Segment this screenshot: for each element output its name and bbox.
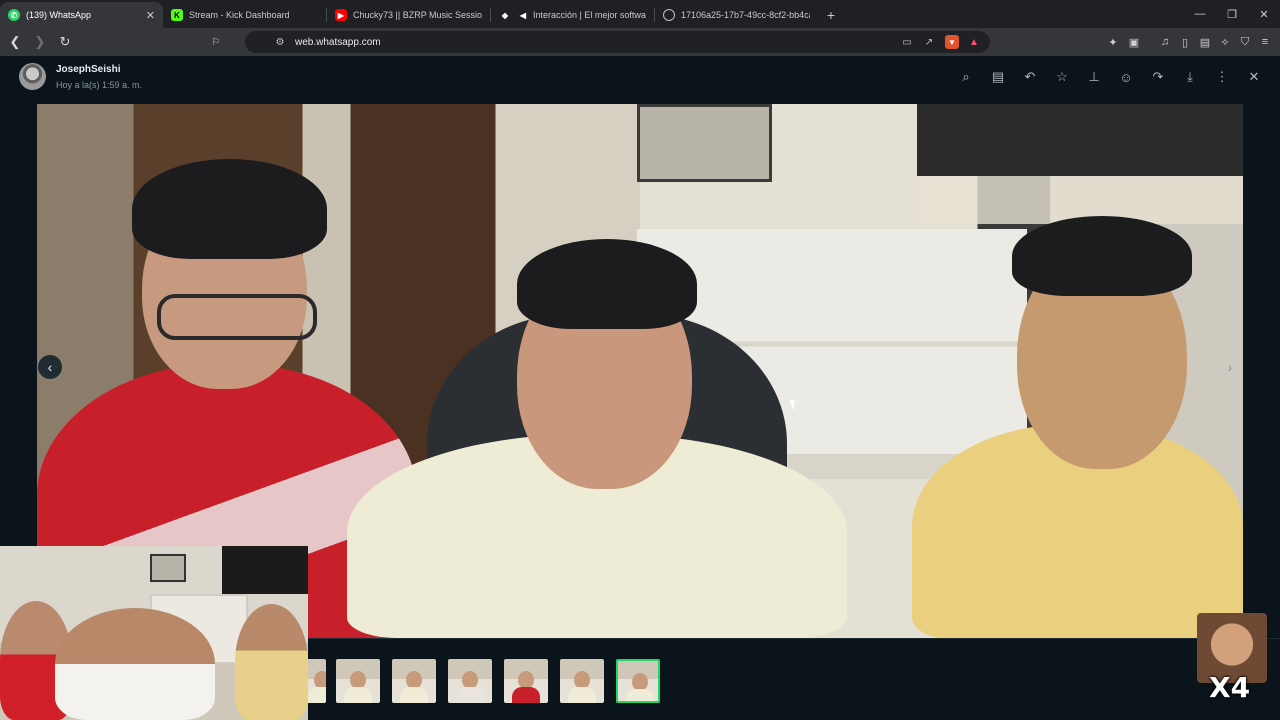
media-viewer-header: JosephSeishi Hoy a la(s) 1:59 a. m. ⌕ ▤ …	[0, 56, 1280, 104]
glasses	[157, 294, 317, 340]
thumbnail[interactable]	[448, 659, 492, 703]
thumb-body	[568, 687, 596, 703]
tab-kick-dashboard[interactable]: K Stream - Kick Dashboard	[163, 2, 326, 28]
webcam-person-right	[235, 604, 308, 720]
thumbnail[interactable]	[504, 659, 548, 703]
more-icon[interactable]: ⋮	[1213, 68, 1231, 86]
emote-multiplier: X4	[1209, 671, 1251, 704]
reply-icon[interactable]: ↶	[1021, 68, 1039, 86]
thumbnail-selected[interactable]	[616, 659, 660, 703]
youtube-icon: ▶	[335, 9, 347, 21]
vpn-icon[interactable]: ⛉	[1237, 34, 1253, 50]
forward-icon[interactable]: ↷	[1149, 68, 1167, 86]
sidebar-icon[interactable]: ▯	[1177, 34, 1193, 50]
star-icon[interactable]: ☆	[1053, 68, 1071, 86]
pin-icon[interactable]: ⊥	[1085, 68, 1103, 86]
menu-icon[interactable]: ≡	[1257, 34, 1273, 50]
music-icon[interactable]: ♫	[1157, 34, 1173, 50]
site-info-icon[interactable]: ⚙	[273, 35, 287, 49]
avatar[interactable]	[19, 63, 46, 90]
new-tab-button[interactable]: +	[818, 2, 844, 28]
url-text: web.whatsapp.com	[295, 36, 381, 48]
thumb-body	[512, 687, 540, 703]
tab-uuid-page[interactable]: 17106a25-17b7-49cc-8cf2-bb4ca59b	[655, 2, 818, 28]
emote-overlay: X4	[1197, 613, 1267, 705]
extensions-icon[interactable]: ✦	[1105, 34, 1121, 50]
download-icon[interactable]: ⤓	[1181, 68, 1199, 86]
next-media-button[interactable]: ›	[1218, 355, 1242, 379]
thumb-body	[456, 687, 484, 703]
tab-title: Chucky73 || BZRP Music Sessions #43	[353, 10, 482, 20]
brave-shield-icon[interactable]: ▼	[945, 35, 959, 49]
wall-poster	[637, 104, 772, 182]
previous-media-button[interactable]: ‹	[38, 355, 62, 379]
bookmark-icon[interactable]: ⚐	[209, 35, 223, 49]
webcam-overlay	[0, 546, 308, 720]
thumb-body	[400, 687, 428, 703]
caption-icon[interactable]: ▤	[989, 68, 1007, 86]
reload-icon[interactable]: ↻	[55, 32, 75, 52]
whatsapp-icon: ✆	[8, 9, 20, 21]
screenshot-icon[interactable]: ▣	[1126, 34, 1142, 50]
person-left-hair	[132, 159, 327, 259]
kick-icon: K	[171, 9, 183, 21]
window-controls: — ❐ ✕	[1184, 0, 1280, 28]
dripping-decoration	[917, 104, 1243, 224]
address-bar[interactable]: ⚐ ⚙ web.whatsapp.com ▭ ↗ ▼ ▲	[212, 31, 990, 53]
tab-title: 17106a25-17b7-49cc-8cf2-bb4ca59b	[681, 10, 810, 20]
interaction-icon: ◆	[501, 10, 509, 20]
tab-youtube[interactable]: ▶ Chucky73 || BZRP Music Sessions #43	[327, 2, 490, 28]
thumb-body	[626, 689, 654, 701]
brave-rewards-icon[interactable]: ▲	[967, 35, 981, 49]
thumb-body	[344, 687, 372, 703]
tab-interaccion[interactable]: ◆ ◀ Interacción | El mejor software pa	[491, 2, 654, 28]
browser-tab-strip: ✆ (139) WhatsApp ✕ K Stream - Kick Dashb…	[0, 0, 1280, 28]
emoji-icon[interactable]: ☺	[1117, 68, 1135, 86]
minimize-icon[interactable]: —	[1184, 0, 1216, 28]
browser-toolbar: ❮ ❯ ↻ ⚐ ⚙ web.whatsapp.com ▭ ↗ ▼ ▲ ✦ ▣ ♫…	[0, 28, 1280, 56]
webcam-poster	[150, 554, 186, 582]
share-icon[interactable]: ↗	[922, 35, 936, 49]
tab-close-icon[interactable]: ✕	[146, 9, 155, 22]
install-app-icon[interactable]: ▭	[900, 35, 914, 49]
person-center-hair	[517, 239, 697, 329]
forward-icon[interactable]: ❯	[30, 32, 50, 52]
tab-whatsapp[interactable]: ✆ (139) WhatsApp ✕	[0, 2, 163, 28]
webcam-person-center	[55, 608, 215, 720]
message-timestamp: Hoy a la(s) 1:59 a. m.	[56, 80, 143, 90]
person-right-hair	[1012, 216, 1192, 296]
tab-title: Stream - Kick Dashboard	[189, 10, 290, 20]
thumbnail[interactable]	[560, 659, 604, 703]
zoom-icon[interactable]: ⌕	[957, 68, 975, 86]
contact-name[interactable]: JosephSeishi	[56, 64, 120, 75]
close-icon[interactable]: ✕	[1245, 68, 1263, 86]
back-icon[interactable]: ❮	[5, 32, 25, 52]
wallet-icon[interactable]: ▤	[1197, 34, 1213, 50]
tab-title: Interacción | El mejor software pa	[533, 10, 646, 20]
globe-icon	[663, 9, 675, 21]
speaker-icon: ◀	[519, 10, 527, 20]
leo-icon[interactable]: ✧	[1217, 34, 1233, 50]
thumbnail[interactable]	[392, 659, 436, 703]
thumb-body	[308, 687, 326, 703]
maximize-icon[interactable]: ❐	[1216, 0, 1248, 28]
webcam-tv	[222, 546, 308, 594]
window-close-icon[interactable]: ✕	[1248, 0, 1280, 28]
thumbnail[interactable]	[336, 659, 380, 703]
tab-title: (139) WhatsApp	[26, 10, 92, 20]
